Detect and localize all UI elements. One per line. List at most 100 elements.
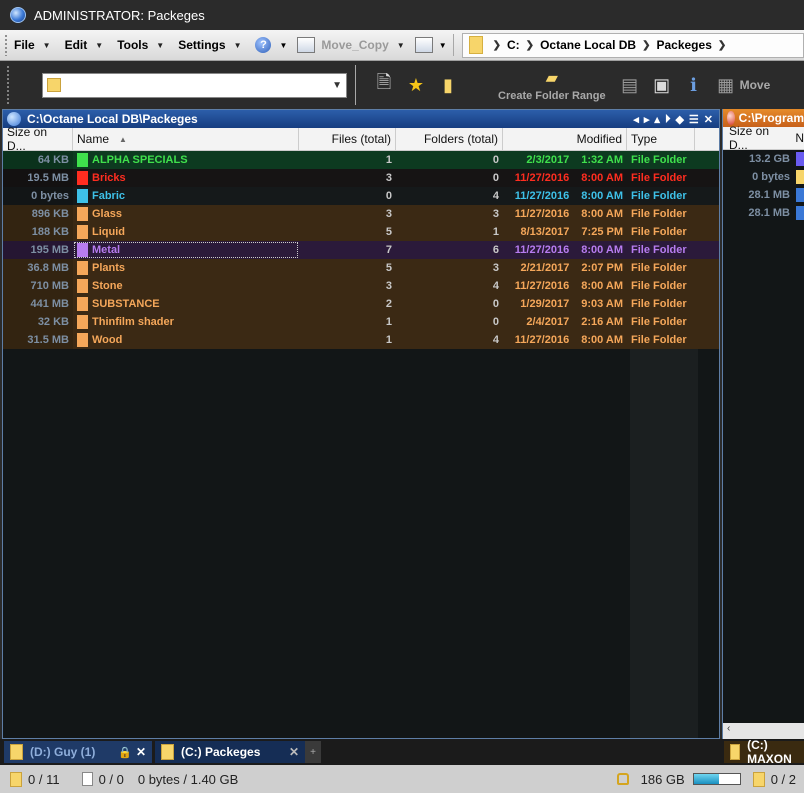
folder-name: Liquid <box>92 226 125 238</box>
move-copy-icon[interactable] <box>297 37 316 53</box>
disk-usage-fill <box>693 774 719 784</box>
menu-edit[interactable]: Edit ▼ <box>65 38 104 52</box>
help-dropdown-icon[interactable]: ▼ <box>279 41 287 50</box>
folder-color-icon <box>77 243 88 257</box>
column-modified[interactable]: Modified <box>503 128 627 150</box>
column-name[interactable]: Name ▲ <box>73 128 299 150</box>
table-row[interactable]: 64 KB ALPHA SPECIALS 1 0 2/3/2017 1:32 AM File… <box>3 151 719 169</box>
tab-c-packeges[interactable]: (C:) Packeges ✕ <box>155 741 305 763</box>
breadcrumb-item-drive[interactable]: C: <box>507 38 520 52</box>
table-row[interactable]: 0 bytes Fabric 0 4 11/27/2016 8:00 AM File Fol… <box>3 187 719 205</box>
cell-files: 1 <box>385 316 392 328</box>
column-size[interactable]: Size on D... <box>729 124 787 152</box>
close-icon[interactable]: ✕ <box>136 745 146 759</box>
close-icon[interactable]: ✕ <box>704 113 713 126</box>
move-copy-button[interactable]: Move_Copy ▼ <box>321 38 404 52</box>
path-combo-box[interactable]: ▼ <box>42 72 347 98</box>
column-files[interactable]: Files (total) <box>299 128 396 150</box>
move-label[interactable]: Move <box>740 78 771 92</box>
chevron-right-icon[interactable]: ❯ <box>493 40 501 51</box>
tab-c-maxon[interactable]: (C:) MAXON <box>724 738 804 766</box>
cell-name[interactable]: Stone <box>73 277 299 295</box>
cell-name[interactable]: ALPHA SPECIALS <box>73 151 299 169</box>
create-folder-range-button[interactable]: ▰ Create Folder Range <box>498 68 606 102</box>
menu-file[interactable]: File ▼ <box>14 38 51 52</box>
cell-type: File Folder <box>631 172 687 184</box>
maximize-icon[interactable]: ☰ <box>689 113 699 126</box>
disk-usage-bar <box>692 773 741 785</box>
cell-size: 32 KB <box>3 313 73 331</box>
unlock-icon[interactable] <box>616 773 629 785</box>
horizontal-scrollbar[interactable]: ‹ <box>723 723 804 739</box>
table-row[interactable]: 19.5 MB Bricks 3 0 11/27/2016 8:00 AM File Fol… <box>3 169 719 187</box>
toolbar-grip-icon[interactable] <box>6 65 10 105</box>
cell-name[interactable]: SUBSTANCE <box>73 295 299 313</box>
cell-type: File Folder <box>631 262 687 274</box>
column-type[interactable]: Type <box>627 128 695 150</box>
sync-icon[interactable]: ⏵ <box>665 113 671 126</box>
chevron-down-icon[interactable]: ▼ <box>332 80 342 91</box>
toolbar-grip-icon[interactable] <box>4 34 8 56</box>
cell-name[interactable]: Plants <box>73 259 299 277</box>
info-icon[interactable]: ℹ <box>684 75 704 95</box>
forward-arrow-icon[interactable]: ▸ <box>644 113 650 126</box>
favorites-star-icon[interactable]: ★ <box>406 75 426 95</box>
chevron-right-icon[interactable]: ❯ <box>642 40 650 51</box>
up-arrow-icon[interactable]: ▴ <box>654 113 660 126</box>
folder-color-icon <box>77 279 88 293</box>
cell-size: 28.1 MB <box>748 207 790 219</box>
cell-size: 13.2 GB <box>749 153 790 165</box>
cell-size: 36.8 MB <box>3 259 73 277</box>
back-arrow-icon[interactable]: ◂ <box>633 113 639 126</box>
cell-name[interactable]: Thinfilm shader <box>73 313 299 331</box>
close-icon[interactable]: ✕ <box>289 745 299 759</box>
help-icon[interactable]: ? <box>255 37 272 53</box>
table-row[interactable]: 441 MB SUBSTANCE 2 0 1/29/2017 9:03 AM File Fo… <box>3 295 719 313</box>
cell-name[interactable]: Metal <box>73 241 299 259</box>
menu-settings[interactable]: Settings ▼ <box>178 38 241 52</box>
column-size[interactable]: Size on D... <box>3 125 73 153</box>
new-file-icon[interactable]: ▮ <box>438 75 458 95</box>
cell-name[interactable]: Glass <box>73 205 299 223</box>
table-row[interactable]: 710 MB Stone 3 4 11/27/2016 8:00 AM File Folde… <box>3 277 719 295</box>
table-row[interactable]: 0 bytes <box>723 168 804 186</box>
table-row[interactable]: 32 KB Thinfilm shader 1 0 2/4/2017 2:16 AM Fil… <box>3 313 719 331</box>
properties-icon[interactable]: 🗎 <box>374 72 394 95</box>
new-tab-button[interactable]: + <box>305 741 321 763</box>
table-row[interactable]: 188 KB Liquid 5 1 8/13/2017 7:25 PM File Folde… <box>3 223 719 241</box>
pane-controls: ◂ ▸ ▴ ⏵ ◆ ☰ ✕ <box>633 113 719 126</box>
archive-icon[interactable]: ▤ <box>620 75 640 95</box>
table-row[interactable]: 896 KB Glass 3 3 11/27/2016 8:00 AM File Folde… <box>3 205 719 223</box>
move-icon[interactable]: ▦ <box>716 75 736 95</box>
table-row[interactable]: 36.8 MB Plants 5 3 2/21/2017 2:07 PM File Fold… <box>3 259 719 277</box>
table-row[interactable]: 195 MB Metal 7 6 11/27/2016 8:00 AM File Folde… <box>3 241 719 259</box>
modified-time: 8:00 AM <box>581 244 623 256</box>
table-row[interactable]: 31.5 MB Wood 1 4 11/27/2016 8:00 AM File Folde… <box>3 331 719 349</box>
folder-name: Bricks <box>92 172 126 184</box>
breadcrumb-item-octane[interactable]: Octane Local DB <box>540 38 636 52</box>
menu-tools[interactable]: Tools ▼ <box>117 38 164 52</box>
column-folders[interactable]: Folders (total) <box>396 128 503 150</box>
cell-files: 2 <box>385 298 392 310</box>
table-row[interactable]: 28.1 MB <box>723 186 804 204</box>
breadcrumb[interactable]: ❯ C: ❯ Octane Local DB ❯ Packeges ❯ <box>461 32 804 58</box>
breadcrumb-item-packeges[interactable]: Packeges <box>656 38 711 52</box>
layout-icon[interactable] <box>414 37 433 53</box>
cell-name[interactable]: Fabric <box>73 187 299 205</box>
table-row[interactable]: 13.2 GB <box>723 150 804 168</box>
cell-files: 7 <box>385 244 392 256</box>
column-name[interactable]: N <box>795 131 804 145</box>
table-row[interactable]: 28.1 MB <box>723 204 804 222</box>
cell-name[interactable]: Bricks <box>73 169 299 187</box>
cell-name[interactable]: Liquid <box>73 223 299 241</box>
cell-name[interactable]: Wood <box>73 331 299 349</box>
compare-icon[interactable]: ▣ <box>652 75 672 95</box>
cell-modified: 11/27/2016 8:00 AM <box>503 331 627 349</box>
layout-dropdown-icon[interactable]: ▼ <box>439 41 447 50</box>
chevron-right-icon[interactable]: ❯ <box>718 40 726 51</box>
chevron-right-icon[interactable]: ❯ <box>526 40 534 51</box>
folder-icon <box>47 78 61 92</box>
pane-globe-icon <box>727 111 735 125</box>
tab-d-guy[interactable]: (D:) Guy (1) 🔒 ✕ <box>4 741 152 763</box>
swap-icon[interactable]: ◆ <box>675 113 683 126</box>
